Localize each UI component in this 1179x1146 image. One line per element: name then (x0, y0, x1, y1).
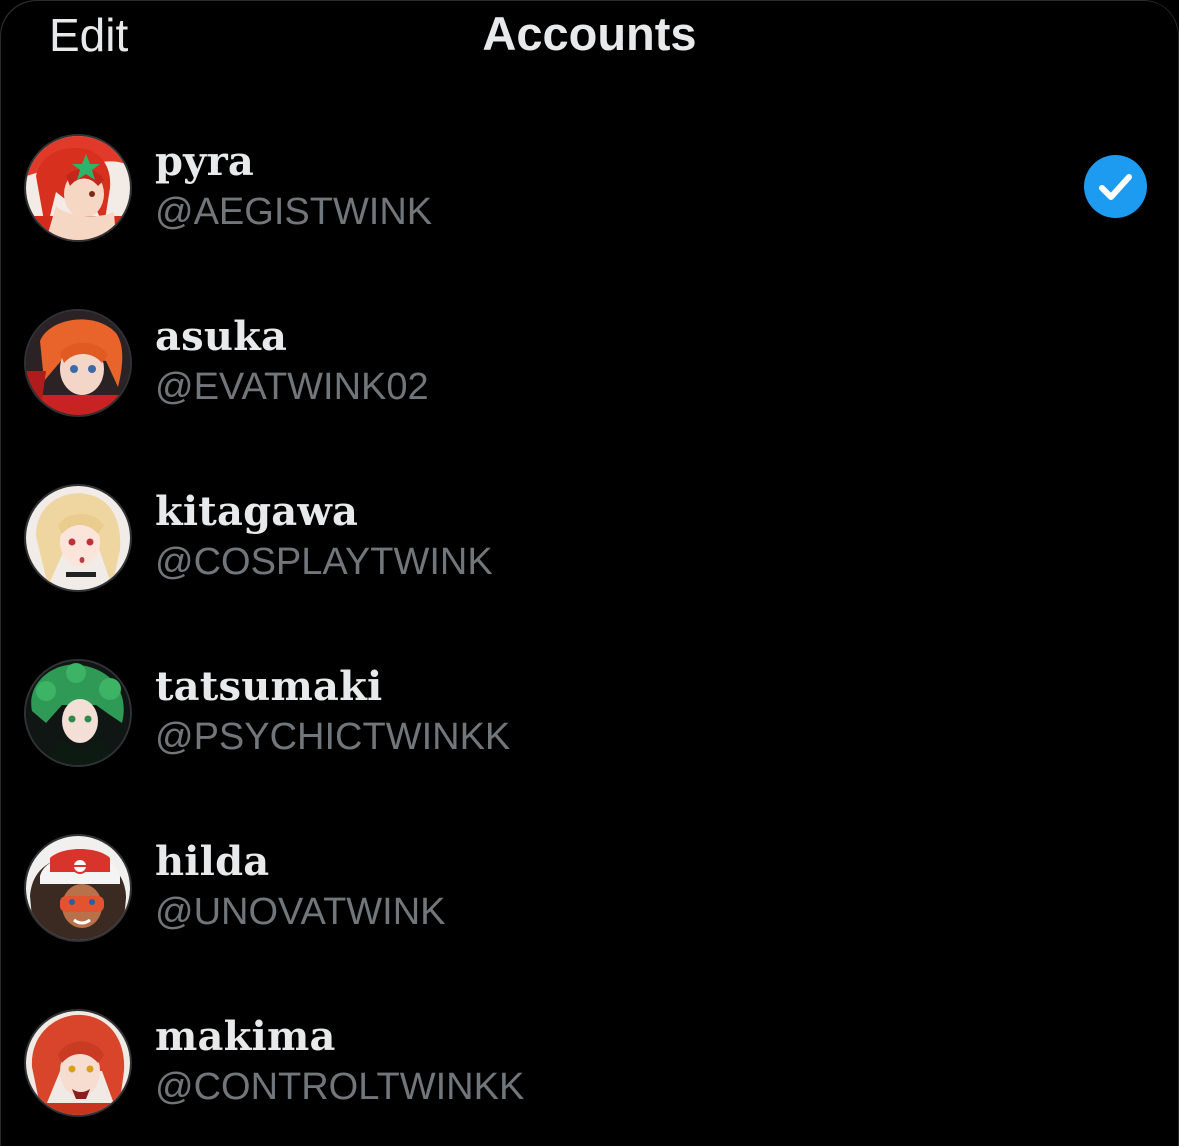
account-handle: @CONTROLTWINKK (155, 1066, 525, 1108)
hilda-avatar-icon (26, 836, 130, 940)
makima-avatar-icon (26, 1011, 130, 1115)
account-handle: @AEGISTWINK (155, 191, 433, 233)
page-title: Accounts (482, 7, 697, 60)
checkmark-icon (1084, 155, 1147, 218)
account-handle: @UNOVATWINK (155, 891, 446, 933)
display-name: makima (155, 1013, 336, 1060)
account-handle: @PSYCHICTWINKK (155, 716, 511, 758)
account-row-pyra[interactable]: pyra @AEGISTWINK (0, 100, 1179, 275)
display-name: kitagawa (155, 488, 359, 535)
account-handle: @EVATWINK02 (155, 366, 429, 408)
account-row-tatsumaki[interactable]: tatsumaki @PSYCHICTWINKK (0, 625, 1179, 800)
account-row-makima[interactable]: makima @CONTROLTWINKK (0, 975, 1179, 1146)
display-name: pyra (155, 138, 255, 185)
asuka-avatar-icon (26, 311, 130, 415)
account-row-asuka[interactable]: asuka @EVATWINK02 (0, 275, 1179, 450)
header: Edit Accounts (0, 0, 1179, 70)
avatar (26, 136, 130, 240)
tatsumaki-avatar-icon (26, 661, 130, 765)
accounts-sheet: Edit Accounts pyra @AEGISTWINK asuka @EV… (0, 0, 1179, 1146)
avatar (26, 311, 130, 415)
avatar (26, 486, 130, 590)
display-name: hilda (155, 838, 270, 885)
avatar (26, 1011, 130, 1115)
pyra-avatar-icon (26, 136, 130, 240)
account-list: pyra @AEGISTWINK asuka @EVATWINK02 kitag… (0, 100, 1179, 1146)
account-row-kitagawa[interactable]: kitagawa @COSPLAYTWINK (0, 450, 1179, 625)
account-handle: @COSPLAYTWINK (155, 541, 493, 583)
account-row-hilda[interactable]: hilda @UNOVATWINK (0, 800, 1179, 975)
display-name: asuka (155, 313, 288, 360)
kitagawa-avatar-icon (26, 486, 130, 590)
display-name: tatsumaki (155, 663, 383, 710)
avatar (26, 836, 130, 940)
avatar (26, 661, 130, 765)
